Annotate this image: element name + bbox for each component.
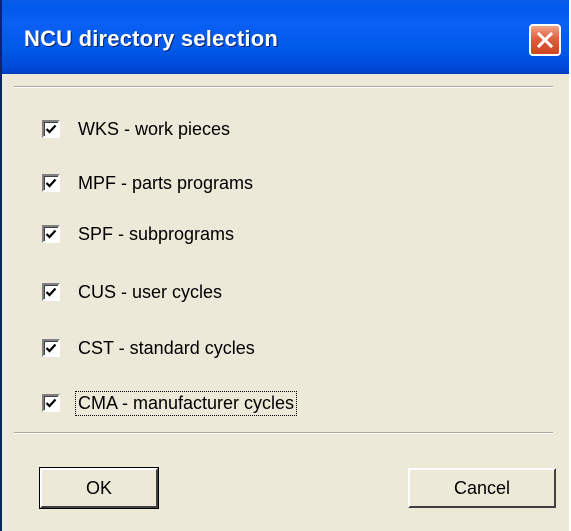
- dialog-body: WKS - work pieces MPF - parts programs S…: [2, 74, 569, 531]
- checkmark-icon: [45, 178, 57, 188]
- checkbox-cus[interactable]: [42, 283, 60, 301]
- separator-bottom: [14, 432, 553, 434]
- checkbox-label-wks: WKS - work pieces: [78, 118, 231, 139]
- checkbox-label-cst: CST - standard cycles: [78, 337, 255, 358]
- checkmark-icon: [45, 398, 57, 408]
- close-icon: [536, 31, 554, 49]
- checkbox-row-cma[interactable]: CMA - manufacturer cycles: [42, 388, 298, 418]
- checkbox-mpf[interactable]: [42, 174, 60, 192]
- checkbox-row-spf[interactable]: SPF - subprograms: [42, 219, 236, 249]
- window-title: NCU directory selection: [24, 26, 279, 51]
- checkmark-icon: [45, 343, 57, 353]
- checkbox-label-cma: CMA - manufacturer cycles: [74, 390, 298, 416]
- separator-top: [14, 86, 553, 88]
- checkbox-label-mpf: MPF - parts programs: [78, 172, 254, 193]
- checkbox-cst[interactable]: [42, 339, 60, 357]
- checkbox-row-cus[interactable]: CUS - user cycles: [42, 277, 224, 307]
- checkbox-row-cst[interactable]: CST - standard cycles: [42, 333, 257, 363]
- checkbox-cma[interactable]: [42, 394, 60, 412]
- title-bar[interactable]: NCU directory selection: [2, 0, 569, 74]
- checkbox-label-cus: CUS - user cycles: [78, 281, 223, 302]
- close-button[interactable]: [529, 24, 561, 56]
- checkbox-wks[interactable]: [42, 120, 60, 138]
- dialog-window: NCU directory selection WKS - work piece…: [0, 0, 569, 531]
- cancel-button[interactable]: Cancel: [408, 468, 556, 508]
- checkbox-spf[interactable]: [42, 225, 60, 243]
- checkmark-icon: [45, 229, 57, 239]
- ok-button[interactable]: OK: [39, 467, 159, 509]
- checkbox-label-spf: SPF - subprograms: [78, 223, 235, 244]
- checkbox-row-wks[interactable]: WKS - work pieces: [42, 114, 232, 144]
- checkmark-icon: [45, 287, 57, 297]
- checkmark-icon: [45, 124, 57, 134]
- checkbox-row-mpf[interactable]: MPF - parts programs: [42, 168, 255, 198]
